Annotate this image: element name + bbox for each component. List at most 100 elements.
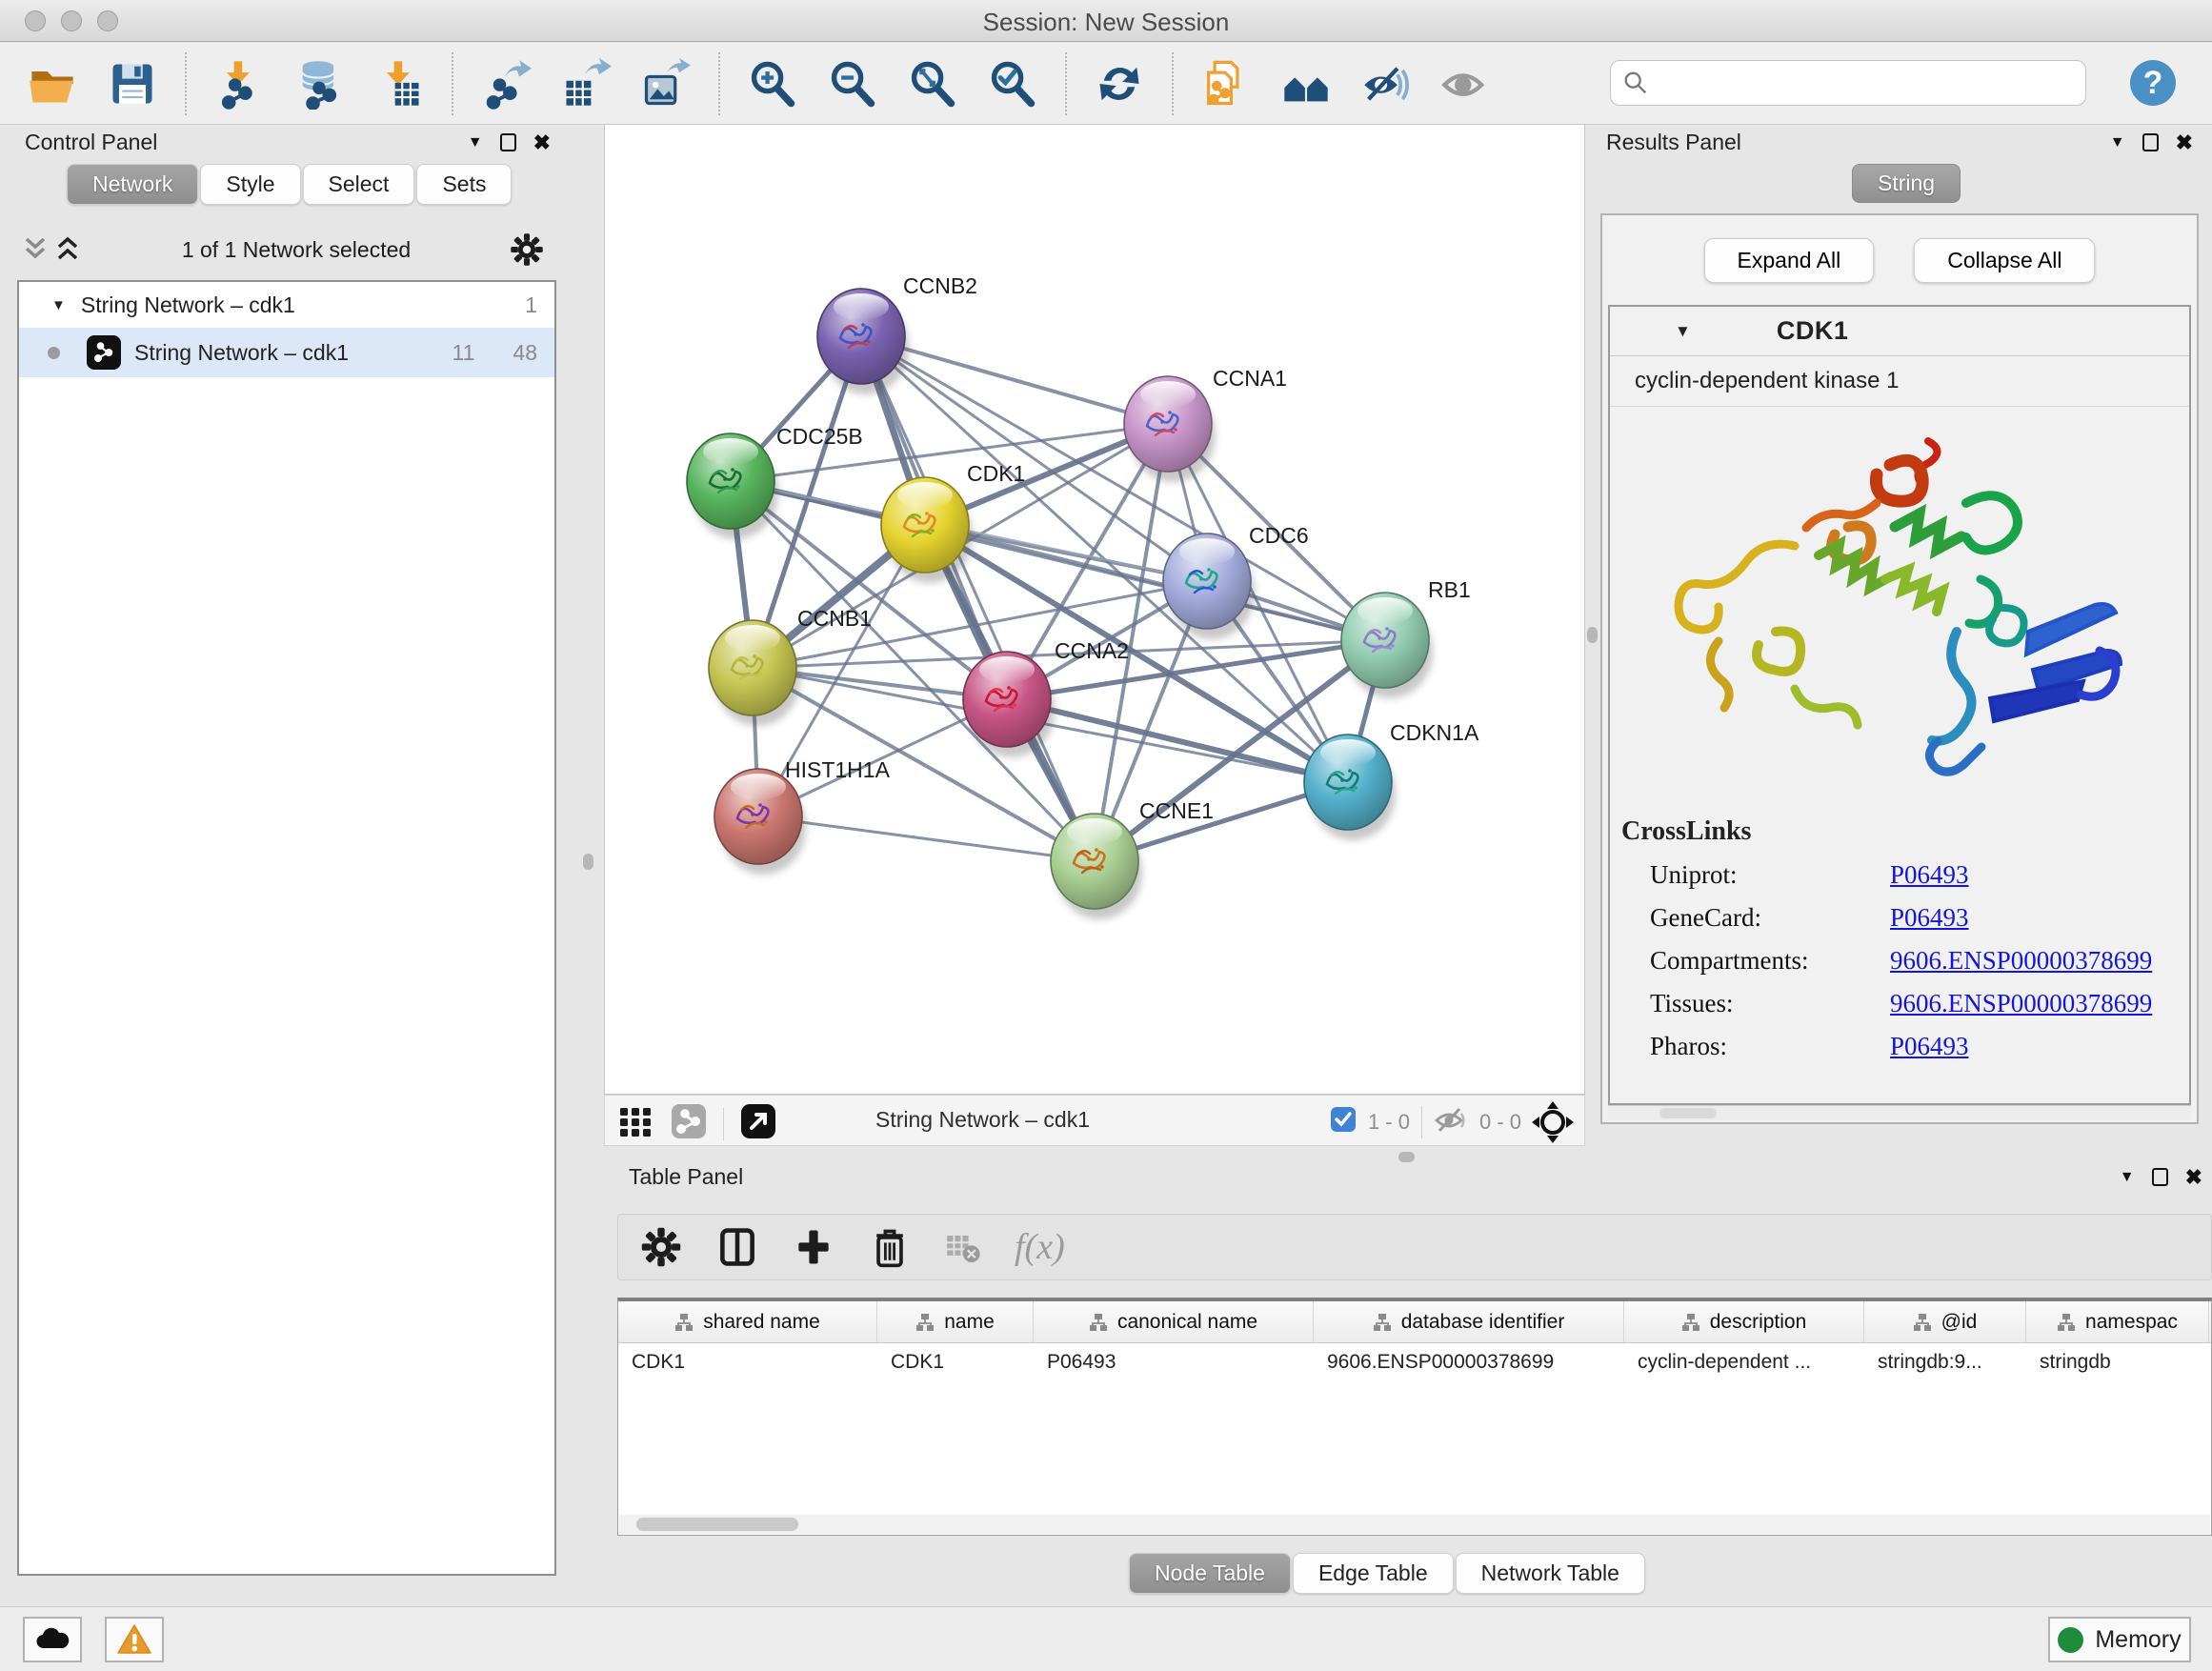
zoom-in-icon[interactable] [747,58,798,110]
node-CCNA1[interactable]: CCNA1 [1124,366,1287,482]
open-in-window-icon[interactable] [739,1102,777,1145]
tab-node-table[interactable]: Node Table [1129,1553,1291,1594]
column-header-canonical-name[interactable]: canonical name [1034,1301,1314,1342]
expand-all-button[interactable]: Expand All [1704,238,1875,283]
tab-style[interactable]: Style [200,164,300,205]
node-HIST1H1A[interactable]: HIST1H1A [714,757,891,875]
panel-float-icon[interactable] [2152,1168,2168,1186]
node-label-CDKN1A: CDKN1A [1390,720,1479,745]
control-panel-tabs: NetworkStyleSelectSets [67,164,513,205]
panel-close-icon[interactable]: ✖ [2176,131,2193,155]
panel-float-icon[interactable] [2142,133,2159,151]
toolbar-divider [723,1108,724,1140]
protein-description: cyclin-dependent kinase 1 [1610,356,2189,407]
crosslink-value-link[interactable]: P06493 [1890,903,1969,933]
tab-select[interactable]: Select [303,164,415,205]
crosslink-value-link[interactable]: P06493 [1890,860,1969,890]
collapse-all-button[interactable]: Collapse All [1914,238,2095,283]
search-input[interactable] [1649,70,2085,95]
zoom-selected-icon[interactable] [987,58,1038,110]
delete-column-trash-icon[interactable] [868,1225,912,1269]
string-network-graph[interactable]: CCNB2CCNA1CDC25BCDK1CDC6RB1CCNB1CCNA2CDK… [605,125,1584,1094]
collapse-all-icon[interactable] [19,235,51,264]
panel-menu-icon[interactable]: ▼ [2110,134,2125,151]
export-image-icon[interactable] [640,58,692,110]
memory-ok-icon [2058,1627,2083,1653]
network-canvas[interactable]: CCNB2CCNA1CDC25BCDK1CDC6RB1CCNB1CCNA2CDK… [604,124,1585,1095]
panel-float-icon[interactable] [500,133,516,151]
tab-string[interactable]: String [1852,164,1961,203]
protein-header-row[interactable]: ▼ CDK1 [1610,307,2189,356]
grid-view-icon[interactable] [616,1102,654,1145]
node-CDKN1A[interactable]: CDKN1A [1304,720,1479,840]
export-table-icon[interactable] [560,58,612,110]
birdseye-crosshair-icon[interactable] [1531,1100,1575,1149]
table-options-gear-icon[interactable] [639,1225,683,1269]
column-header--id[interactable]: @id [1864,1301,2026,1342]
table-cell: cyclin-dependent ... [1624,1343,1864,1383]
table-row[interactable]: CDK1CDK1P064939606.ENSP00000378699cyclin… [618,1343,2211,1383]
panel-close-icon[interactable]: ✖ [2185,1165,2202,1190]
crosslink-row: Uniprot:P06493 [1650,860,2189,890]
shared-column-icon [1913,1313,1932,1332]
edge-HIST1H1A-CCNE1[interactable] [758,816,1095,861]
edge-CCNB2-CCNE1[interactable] [861,336,1095,861]
crosslink-label: Compartments: [1650,946,1890,976]
hidden-eye-icon[interactable] [1434,1104,1468,1140]
node-label-CCNB1: CCNB1 [797,606,872,631]
tab-edge-table[interactable]: Edge Table [1293,1553,1454,1594]
splitter-handle[interactable] [1398,1152,1415,1162]
tree-expand-icon[interactable]: ▼ [51,297,66,313]
tab-network[interactable]: Network [67,164,198,205]
crosslink-value-link[interactable]: 9606.ENSP00000378699 [1890,989,2152,1018]
copy-network-icon[interactable] [1200,58,1252,110]
expand-all-icon[interactable] [51,235,84,264]
memory-button[interactable]: Memory [2048,1617,2191,1662]
selected-checkbox-icon[interactable] [1330,1106,1357,1138]
splitter-handle[interactable] [583,854,593,870]
zoom-out-icon[interactable] [827,58,878,110]
show-all-icon[interactable] [1440,58,1492,110]
tab-sets[interactable]: Sets [416,164,512,205]
network-share-icon[interactable] [670,1102,708,1145]
results-scrollbar[interactable] [1608,1105,2191,1120]
table-hscrollbar[interactable] [619,1515,2210,1534]
zoom-fit-icon[interactable] [907,58,958,110]
crosslink-value-link[interactable]: 9606.ENSP00000378699 [1890,946,2152,976]
hide-selected-icon[interactable] [1360,58,1412,110]
refresh-layout-icon[interactable] [1094,58,1145,110]
save-session-icon[interactable] [107,58,158,110]
node-CCNB1[interactable]: CCNB1 [709,606,872,726]
first-neighbors-icon[interactable] [1280,58,1332,110]
node-CDC25B[interactable]: CDC25B [687,424,863,539]
node-CCNB2[interactable]: CCNB2 [817,273,977,394]
column-header-name[interactable]: name [877,1301,1034,1342]
panel-menu-icon[interactable]: ▼ [468,134,483,151]
import-table-icon[interactable] [373,58,425,110]
node-CDK1[interactable]: CDK1 [881,461,1025,583]
show-columns-icon[interactable] [715,1225,759,1269]
node-RB1[interactable]: RB1 [1341,577,1471,698]
crosslink-value-link[interactable]: P06493 [1890,1032,1969,1061]
collapse-section-icon[interactable]: ▼ [1675,322,1691,341]
add-column-icon[interactable] [792,1225,835,1269]
import-network-database-icon[interactable] [293,58,345,110]
network-collection-row[interactable]: ▼ String Network – cdk1 1 [19,282,554,328]
panel-menu-icon[interactable]: ▼ [2120,1169,2135,1186]
column-header-description[interactable]: description [1624,1301,1864,1342]
export-network-icon[interactable] [480,58,532,110]
cloud-status-button[interactable] [23,1617,82,1662]
panel-close-icon[interactable]: ✖ [533,131,551,155]
open-session-icon[interactable] [27,58,78,110]
network-row-selected[interactable]: String Network – cdk1 11 48 [19,328,554,377]
network-options-gear-icon[interactable] [509,232,545,268]
help-icon[interactable]: ? [2128,58,2178,108]
column-header-namespac[interactable]: namespac [2026,1301,2209,1342]
tab-network-table[interactable]: Network Table [1456,1553,1645,1594]
node-CDC6[interactable]: CDC6 [1163,523,1309,639]
column-header-shared-name[interactable]: shared name [618,1301,877,1342]
node-table[interactable]: shared namenamecanonical namedatabase id… [617,1298,2212,1536]
column-header-database-identifier[interactable]: database identifier [1314,1301,1624,1342]
warning-status-button[interactable] [105,1617,164,1662]
import-network-file-icon[interactable] [213,58,265,110]
